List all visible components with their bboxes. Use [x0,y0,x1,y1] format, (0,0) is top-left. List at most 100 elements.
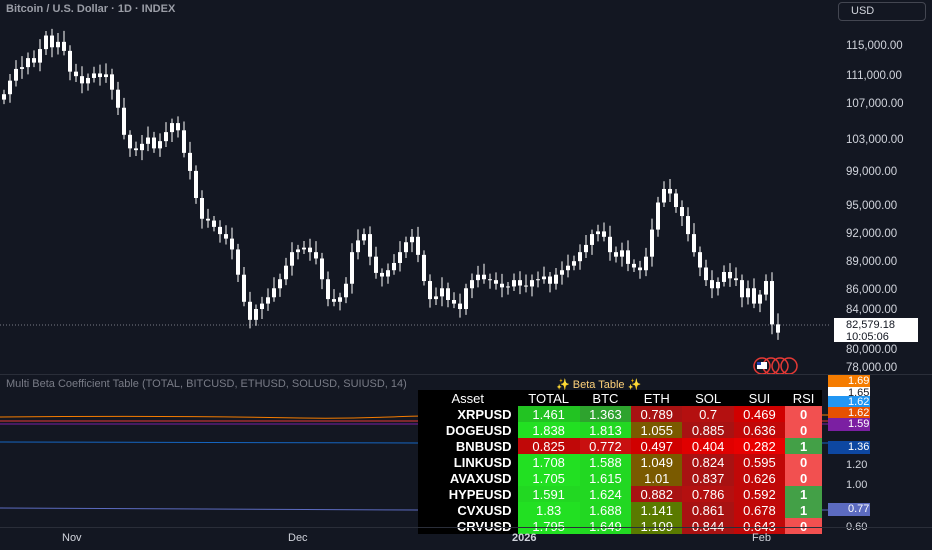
rsi-cell: 0 [785,422,822,438]
candle-body [680,207,684,217]
beta-table-header-cell: SOL [695,390,722,406]
beta-cell: 0.469 [733,406,786,422]
price-chart[interactable] [0,22,830,374]
candle-body [290,252,294,266]
beta-cell: 1.649 [579,518,632,534]
candle-body [92,73,96,78]
candle-body [704,267,708,281]
rsi-cell: 1 [785,486,822,502]
candle-body [650,229,654,257]
rsi-cell: 0 [785,470,822,486]
candle-body [476,274,480,281]
beta-cell: 1.624 [579,486,632,502]
pane-divider[interactable] [0,374,932,375]
candle-body [536,279,540,281]
table-row: BNBUSD 0.825 0.772 0.497 0.404 0.282 1 [418,438,822,454]
beta-cell: 0.824 [682,454,734,470]
candle-body [548,276,552,284]
candle-body [458,303,462,310]
candle-body [122,107,126,135]
rsi-cell: 0 [785,518,822,534]
candle-body [110,74,114,90]
beta-cell: 1.461 [517,406,580,422]
candle-body [296,249,300,253]
candle-body [710,280,714,289]
candle-body [326,279,330,300]
candle-body [188,152,192,171]
beta-cell: 0.885 [682,422,734,438]
candle-body [350,252,354,284]
candle-body [524,285,528,287]
beta-cell: 1.141 [631,502,683,518]
candle-body [422,254,426,282]
candle-body [236,249,240,275]
candle-body [116,89,120,108]
beta-cell: 0.861 [682,502,734,518]
candle-body [728,272,732,279]
time-axis-divider [0,527,932,528]
beta-cell: 0.595 [733,454,786,470]
candle-body [470,280,474,289]
candle-body [104,74,108,78]
candle-body [284,265,288,280]
asset-cell: DOGEUSD [445,422,512,438]
price-axis-label: 111,000.00 [846,70,902,82]
candle-body [194,170,198,198]
candle-body [446,288,450,300]
session-break-icons[interactable] [753,357,798,374]
candle-body [374,256,378,273]
candle-body [320,258,324,280]
beta-cell: 1.591 [517,486,580,502]
candle-body [752,288,756,304]
price-axis-label: 80,000.00 [846,344,898,356]
candle-body [302,247,306,250]
table-row: DOGEUSD 1.838 1.813 1.055 0.885 0.636 0 [418,422,822,438]
candle-body [20,67,24,69]
candle-body [482,274,486,280]
beta-table-header-cell: RSI [792,390,815,406]
candle-body [380,272,384,277]
candle-body [278,279,282,289]
asset-cell: CRVUSD [456,518,512,534]
rsi-cell: 1 [785,438,822,454]
candle-body [416,236,420,255]
beta-table-header-cell: ETH [643,390,670,406]
candle-body [770,281,774,325]
candle-body [758,294,762,304]
beta-cell: 0.772 [579,438,632,454]
beta-cell: 0.7 [682,406,734,422]
candle-body [32,58,36,63]
beta-cell: 1.83 [517,502,580,518]
candle-body [398,252,402,263]
table-row: LINKUSD 1.708 1.588 1.049 0.824 0.595 0 [418,454,822,470]
beta-cell: 0.837 [682,470,734,486]
current-price: 82,579.18 [846,319,895,331]
time-axis-label: 2026 [512,532,537,544]
beta-cell: 1.109 [631,518,683,534]
asset-cell: HYPEUSD [448,486,512,502]
indicator-value-tag: 1.36 [828,441,870,454]
candle-body [140,143,144,151]
candle-body [530,280,534,287]
candle-body [164,132,168,142]
candle-body [410,236,414,243]
candle-body [50,35,54,48]
candle-body [488,279,492,281]
table-row: CVXUSD 1.83 1.688 1.141 0.861 0.678 1 [418,502,822,518]
candle-body [266,297,270,304]
currency-button[interactable]: USD [838,2,926,21]
price-axis-label: 115,000.00 [846,40,903,52]
candle-body [662,188,666,203]
chart-title[interactable]: Bitcoin / U.S. Dollar · 1D · INDEX [6,3,175,15]
candle-body [362,234,366,241]
candle-body [392,262,396,271]
asset-cell: XRPUSD [457,406,512,422]
beta-cell: 1.705 [517,470,580,486]
candle-body [74,71,78,77]
asset-cell: LINKUSD [453,454,512,470]
candle-body [14,68,18,81]
candle-body [158,141,162,149]
beta-cell: 0.882 [631,486,683,502]
candle-body [434,296,438,300]
beta-cell: 1.615 [579,470,632,486]
